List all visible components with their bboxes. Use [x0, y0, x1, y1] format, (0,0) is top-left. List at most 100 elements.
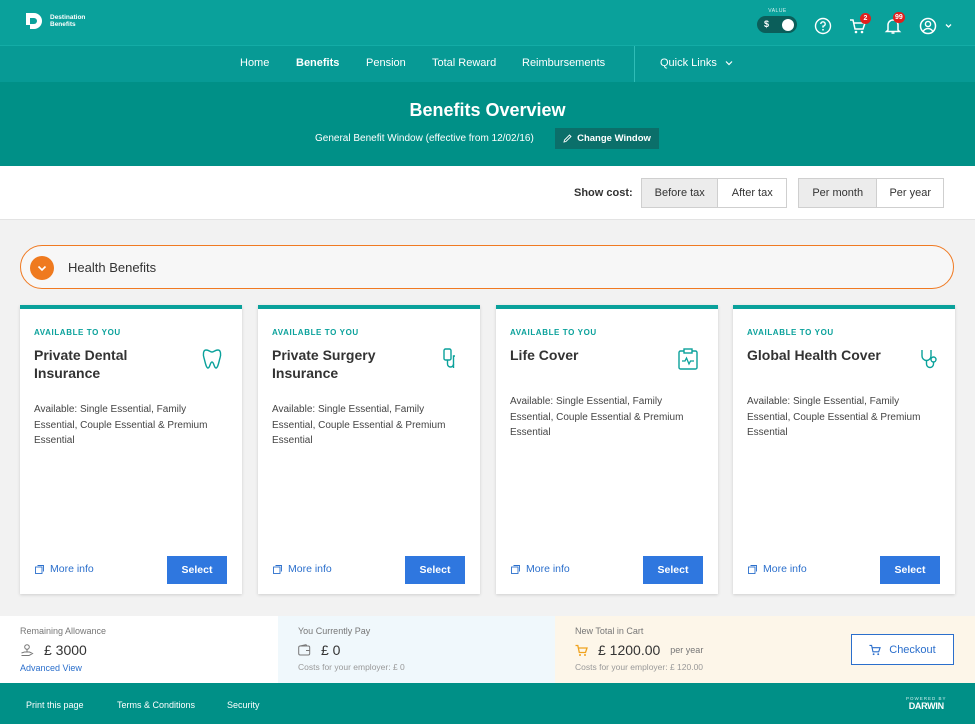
health-benefits-accordion[interactable]: Health Benefits	[20, 245, 954, 289]
remaining-allowance-value: £ 3000	[44, 642, 87, 658]
checkout-button[interactable]: Checkout	[851, 634, 954, 665]
period-toggle: Per month Per year	[798, 178, 944, 208]
chevron-down-icon	[37, 265, 47, 271]
help-icon[interactable]	[814, 17, 832, 35]
wallet-icon	[298, 644, 311, 656]
security-link[interactable]: Security	[227, 700, 260, 710]
card-description: Available: Single Essential, Family Esse…	[34, 404, 208, 446]
benefit-card-life-cover: AVAILABLE TO YOU Life Cover Available: S…	[496, 305, 718, 594]
current-pay-value: £ 0	[321, 642, 341, 658]
show-cost-label: Show cost:	[574, 187, 633, 199]
more-info-link[interactable]: More info	[511, 563, 570, 575]
current-pay-label: You Currently Pay	[298, 626, 371, 636]
new-total-label: New Total in Cart	[575, 626, 644, 636]
remaining-allowance-label: Remaining Allowance	[20, 626, 107, 636]
chevron-down-icon	[725, 61, 733, 66]
nav-item-benefits[interactable]: Benefits	[296, 57, 339, 69]
external-link-icon	[273, 564, 282, 574]
availability-tag: AVAILABLE TO YOU	[510, 328, 597, 337]
page-header: Benefits Overview General Benefit Window…	[0, 82, 975, 166]
pencil-icon	[563, 134, 572, 143]
logo[interactable]: Destination Benefits	[24, 11, 85, 31]
benefit-window-text: General Benefit Window (effective from 1…	[315, 133, 534, 144]
darwin-brand: DARWIN	[908, 701, 944, 711]
external-link-icon	[35, 564, 44, 574]
cart-icon	[869, 644, 882, 655]
card-title: Life Cover	[510, 347, 579, 363]
print-page-link[interactable]: Print this page	[26, 700, 84, 710]
logo-line-1: Destination	[50, 14, 86, 21]
bell-icon[interactable]: 99	[884, 12, 905, 35]
benefit-card-global-health: AVAILABLE TO YOU Global Health Cover Ava…	[733, 305, 955, 594]
card-title: Global Health Cover	[747, 347, 881, 363]
card-title: Private Surgery Insurance	[272, 347, 376, 381]
nav-divider	[634, 46, 635, 82]
nav-item-home[interactable]: Home	[240, 57, 269, 69]
before-tax-option[interactable]: Before tax	[642, 179, 718, 207]
notifications-count-badge: 99	[893, 12, 905, 23]
cost-summary-bar: Remaining Allowance £ 3000 Advanced View…	[0, 616, 975, 683]
logo-line-2: Benefits	[50, 21, 76, 28]
quick-links-label: Quick Links	[660, 57, 717, 69]
per-year-option[interactable]: Per year	[876, 179, 943, 207]
remaining-allowance-panel: Remaining Allowance £ 3000 Advanced View	[0, 616, 278, 683]
change-window-label: Change Window	[577, 133, 651, 144]
new-total-value: £ 1200.00	[598, 642, 661, 658]
coins-icon	[21, 644, 34, 656]
tax-toggle: Before tax After tax	[641, 178, 787, 208]
availability-tag: AVAILABLE TO YOU	[34, 328, 121, 337]
iv-drip-icon	[438, 347, 462, 371]
dollar-symbol: $	[764, 19, 770, 29]
new-employer-cost: Costs for your employer: £ 120.00	[575, 662, 704, 672]
terms-link[interactable]: Terms & Conditions	[117, 700, 195, 710]
select-button[interactable]: Select	[167, 556, 227, 584]
current-employer-cost: Costs for your employer: £ 0	[298, 662, 405, 672]
select-button[interactable]: Select	[643, 556, 703, 584]
per-month-option[interactable]: Per month	[799, 179, 877, 207]
select-button[interactable]: Select	[880, 556, 940, 584]
new-total-period: per year	[670, 645, 704, 655]
tooth-icon	[200, 347, 224, 371]
page-title: Benefits Overview	[409, 100, 566, 120]
select-button[interactable]: Select	[405, 556, 465, 584]
more-info-label: More info	[50, 563, 94, 575]
value-switch[interactable]: $	[757, 16, 797, 33]
value-toggle[interactable]: VALUE $	[757, 8, 797, 33]
availability-tag: AVAILABLE TO YOU	[272, 328, 359, 337]
nav-item-total-reward[interactable]: Total Reward	[432, 57, 496, 69]
cart-icon[interactable]: 2	[849, 13, 871, 35]
clipboard-pulse-icon	[676, 347, 700, 371]
more-info-label: More info	[288, 563, 332, 575]
value-label: VALUE	[768, 8, 787, 14]
external-link-icon	[511, 564, 520, 574]
checkout-label: Checkout	[889, 643, 936, 656]
advanced-view-link[interactable]: Advanced View	[20, 663, 82, 673]
quick-links-dropdown[interactable]: Quick Links	[660, 57, 733, 69]
logo-icon	[24, 11, 44, 31]
card-description: Available: Single Essential, Family Esse…	[510, 396, 684, 438]
card-description: Available: Single Essential, Family Esse…	[272, 404, 446, 446]
cart-count-badge: 2	[860, 13, 871, 24]
collapse-toggle[interactable]	[30, 256, 54, 280]
nav-item-pension[interactable]: Pension	[366, 57, 406, 69]
more-info-label: More info	[526, 563, 570, 575]
after-tax-option[interactable]: After tax	[717, 179, 786, 207]
site-footer: Print this page Terms & Conditions Secur…	[0, 683, 975, 724]
card-title: Private Dental Insurance	[34, 347, 128, 381]
change-window-button[interactable]: Change Window	[555, 128, 659, 149]
user-menu[interactable]	[919, 17, 955, 35]
more-info-link[interactable]: More info	[748, 563, 807, 575]
benefit-card-surgery: AVAILABLE TO YOU Private Surgery Insuran…	[258, 305, 480, 594]
card-description: Available: Single Essential, Family Esse…	[747, 396, 921, 438]
more-info-link[interactable]: More info	[35, 563, 94, 575]
cart-icon	[575, 644, 588, 656]
current-pay-panel: You Currently Pay £ 0 Costs for your emp…	[278, 616, 555, 683]
more-info-link[interactable]: More info	[273, 563, 332, 575]
external-link-icon	[748, 564, 757, 574]
section-label: Health Benefits	[68, 260, 157, 275]
toggle-knob	[782, 18, 794, 31]
availability-tag: AVAILABLE TO YOU	[747, 328, 834, 337]
stethoscope-icon	[917, 347, 941, 371]
benefit-card-dental: AVAILABLE TO YOU Private Dental Insuranc…	[20, 305, 242, 594]
nav-item-reimbursements[interactable]: Reimbursements	[522, 57, 605, 69]
